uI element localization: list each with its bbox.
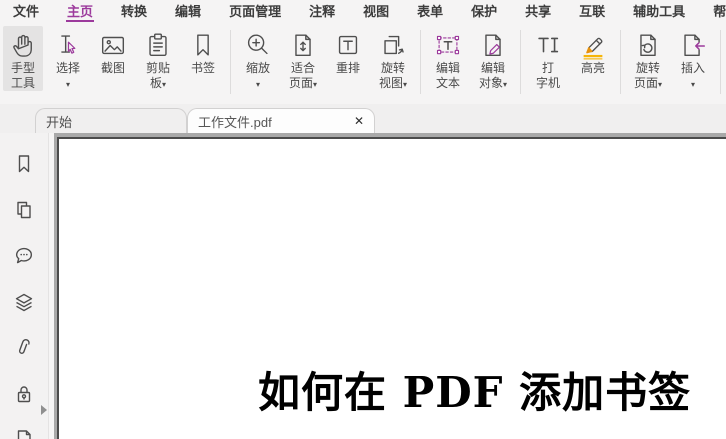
- attachments-panel-icon: [18, 339, 30, 354]
- menu-comment[interactable]: 注释: [308, 0, 336, 22]
- hand-icon: [8, 28, 38, 61]
- group-divider: [520, 30, 521, 94]
- security-panel-icon: [17, 386, 31, 403]
- tab-document[interactable]: 工作文件.pdf ✕: [187, 108, 375, 133]
- menubar: 文件 主页 转换 编辑 页面管理 注释 视图 表单 保护 共享 互联 辅助工具 …: [0, 0, 726, 22]
- dropdown-caret: ▾: [403, 80, 408, 89]
- pdf-page[interactable]: 如何在 PDF 添加书签: [57, 137, 726, 439]
- edit-text-button[interactable]: 编辑 文本: [428, 26, 468, 91]
- document-viewer[interactable]: 如何在 PDF 添加书签: [54, 133, 726, 439]
- menu-help[interactable]: 帮助: [712, 0, 726, 22]
- ribbon-group-tools: 手型 工具 选择 ▾ 截图 剪贴 板▾ 书签: [3, 26, 223, 92]
- layers-panel-icon: [15, 293, 33, 312]
- dropdown-caret: ▾: [690, 80, 695, 89]
- dropdown-caret: ▾: [658, 80, 663, 89]
- dropdown-caret: ▾: [255, 80, 260, 89]
- signature-panel-icon: [17, 430, 31, 439]
- ribbon-group-pages: 旋转 页面▾ 插入 ▾: [628, 26, 713, 92]
- rotate-view-button[interactable]: 旋转 视图▾: [373, 26, 413, 92]
- tab-label: 工作文件.pdf: [198, 114, 272, 130]
- rotate-view-icon: [378, 28, 408, 61]
- clipboard-icon: [143, 28, 173, 61]
- select-button[interactable]: 选择 ▾: [48, 26, 88, 92]
- navigation-sidebar: [0, 133, 49, 439]
- reflow-icon: [333, 28, 363, 61]
- dropdown-caret: ▾: [65, 80, 70, 89]
- bookmark-icon: [188, 28, 218, 61]
- sidebar-layers-button[interactable]: [13, 291, 35, 313]
- select-cursor-icon: [53, 28, 83, 61]
- tab-label: 开始: [46, 114, 73, 130]
- pdf-editor-window: 文件 主页 转换 编辑 页面管理 注释 视图 表单 保护 共享 互联 辅助工具 …: [0, 0, 726, 439]
- pages-panel-icon: [17, 201, 31, 219]
- fit-page-icon: [288, 28, 318, 61]
- menu-form[interactable]: 表单: [416, 0, 444, 22]
- menu-home[interactable]: 主页: [66, 0, 95, 22]
- menu-connect[interactable]: 互联: [578, 0, 606, 22]
- edit-object-button[interactable]: 编辑 对象▾: [473, 26, 513, 92]
- sidebar-pages-button[interactable]: [13, 199, 35, 221]
- typewriter-icon: [533, 28, 563, 61]
- menu-share[interactable]: 共享: [524, 0, 552, 22]
- fit-page-button[interactable]: 适合 页面▾: [283, 26, 323, 92]
- menu-edit[interactable]: 编辑: [174, 0, 202, 22]
- snapshot-icon: [98, 28, 128, 61]
- ribbon-group-edit: 编辑 文本 编辑 对象▾: [428, 26, 513, 92]
- sidebar-signature-button[interactable]: [13, 429, 35, 439]
- hand-tool-button[interactable]: 手型 工具: [3, 26, 43, 91]
- typewriter-button[interactable]: 打 字机: [528, 26, 568, 91]
- panel-expand-handle[interactable]: [41, 405, 47, 415]
- ribbon-group-view: 缩放 ▾ 适合 页面▾ 重排 旋转 视图▾: [238, 26, 413, 92]
- highlighter-icon: [578, 28, 608, 61]
- group-divider: [230, 30, 231, 94]
- group-divider: [720, 30, 721, 94]
- menu-file[interactable]: 文件: [12, 0, 40, 22]
- menu-accessibility[interactable]: 辅助工具: [632, 0, 686, 22]
- zoom-button[interactable]: 缩放 ▾: [238, 26, 278, 92]
- snapshot-button[interactable]: 截图: [93, 26, 133, 91]
- menu-organize[interactable]: 页面管理: [228, 0, 282, 22]
- close-icon[interactable]: ✕: [354, 114, 364, 128]
- page-title: 如何在 PDF 添加书签: [258, 368, 692, 417]
- edit-text-icon: [433, 28, 463, 61]
- group-divider: [620, 30, 621, 94]
- rotate-page-button[interactable]: 旋转 页面▾: [628, 26, 668, 92]
- insert-page-icon: [678, 28, 708, 61]
- document-tabbar: 开始 工作文件.pdf ✕: [0, 104, 726, 133]
- bookmark-button[interactable]: 书签: [183, 26, 223, 91]
- rotate-page-icon: [633, 28, 663, 61]
- sidebar-comments-button[interactable]: [13, 245, 35, 267]
- edit-object-icon: [478, 28, 508, 61]
- menu-view[interactable]: 视图: [362, 0, 390, 22]
- comments-panel-icon: [16, 247, 33, 264]
- reflow-button[interactable]: 重排: [328, 26, 368, 91]
- button-label: 工具: [10, 76, 35, 90]
- dropdown-caret: ▾: [313, 80, 318, 89]
- clipboard-button[interactable]: 剪贴 板▾: [138, 26, 178, 92]
- menu-convert[interactable]: 转换: [120, 0, 148, 22]
- magnifier-plus-icon: [243, 28, 273, 61]
- ribbon-group-comment: 打 字机 高亮: [528, 26, 613, 91]
- dropdown-caret: ▾: [503, 80, 508, 89]
- tab-start[interactable]: 开始: [35, 108, 187, 133]
- bookmark-panel-icon: [18, 155, 30, 173]
- dropdown-caret: ▾: [162, 80, 167, 89]
- ribbon-toolbar: 手型 工具 选择 ▾ 截图 剪贴 板▾ 书签 缩放 ▾ 适合 页面▾ 重排 旋转…: [0, 22, 726, 108]
- highlight-button[interactable]: 高亮: [573, 26, 613, 91]
- main-area: 如何在 PDF 添加书签: [0, 133, 726, 439]
- sidebar-bookmarks-button[interactable]: [13, 153, 35, 175]
- menu-protect[interactable]: 保护: [470, 0, 498, 22]
- sidebar-security-button[interactable]: [13, 383, 35, 405]
- insert-button[interactable]: 插入 ▾: [673, 26, 713, 92]
- sidebar-attachments-button[interactable]: [13, 337, 35, 359]
- group-divider: [420, 30, 421, 94]
- button-label: 手型: [10, 61, 35, 75]
